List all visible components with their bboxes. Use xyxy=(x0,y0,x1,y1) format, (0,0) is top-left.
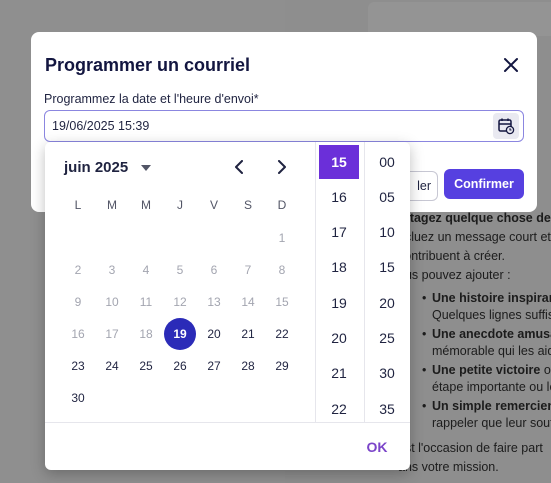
calendar-clock-icon xyxy=(498,118,515,135)
bg-line: artagez quelque chose de xyxy=(398,211,551,225)
calendar-day[interactable]: 25 xyxy=(130,350,162,382)
bg-line: ncluez un message court et xyxy=(398,230,551,244)
calendar-day: 18 xyxy=(139,327,153,341)
weekday-label: M xyxy=(107,198,117,212)
minute-option[interactable]: 20 xyxy=(367,286,407,320)
calendar-day: 9 xyxy=(74,295,82,309)
calendar-day: 5 xyxy=(176,263,184,277)
chevron-right-icon xyxy=(278,160,286,174)
calendar-day: 14 xyxy=(241,295,255,309)
bg-bullet-rest: Quelques lignes suffis xyxy=(432,308,551,322)
bg-bullet-rest: étape importante ou le xyxy=(432,380,551,394)
month-year-label[interactable]: juin 2025 xyxy=(64,159,128,176)
hour-option[interactable]: 19 xyxy=(319,286,359,320)
minutes-column-divider xyxy=(364,142,365,422)
bg-bullet-list: Une histoire inspiran Quelques lignes suf… xyxy=(398,290,551,432)
hour-option[interactable]: 18 xyxy=(319,250,359,284)
minute-option[interactable]: 35 xyxy=(367,392,407,422)
confirm-button[interactable]: Confirmer xyxy=(444,169,524,199)
calendar-day[interactable]: 30 xyxy=(62,382,94,414)
dialog-title: Programmer un courriel xyxy=(45,55,251,75)
bg-bullet: Un simple remercien rappeler que leur sou… xyxy=(398,398,551,432)
bg-bullet: Une anecdote amusa mémorable qui les aid xyxy=(398,326,551,360)
bg-bullet-bold: Une histoire inspiran xyxy=(432,291,551,305)
background-content: artagez quelque chose de ncluez un messa… xyxy=(398,210,551,482)
calendar-day[interactable]: 28 xyxy=(232,350,264,382)
minute-option[interactable]: 05 xyxy=(367,180,407,214)
datetime-input[interactable] xyxy=(52,111,472,140)
calendar-day[interactable]: 27 xyxy=(198,350,230,382)
weekday-label: M xyxy=(141,198,151,212)
calendar-day[interactable]: 20 xyxy=(198,318,230,350)
calendar-day: 6 xyxy=(210,263,218,277)
bg-line: contribuent à créer. xyxy=(398,249,506,263)
calendar-button[interactable] xyxy=(493,113,519,139)
bg-bullet-rest: mémorable qui les aid xyxy=(432,344,551,358)
weekday-label: J xyxy=(177,198,183,212)
bg-line: ous pouvez ajouter : xyxy=(398,268,511,282)
bg-line: est l'occasion de faire part xyxy=(398,441,543,455)
weekday-label: S xyxy=(243,198,252,212)
calendar-day: 3 xyxy=(108,263,116,277)
calendar-day: 15 xyxy=(275,295,289,309)
calendar-day: 8 xyxy=(278,263,286,277)
caret-down-icon xyxy=(141,165,151,171)
calendar-day: 16 xyxy=(71,327,85,341)
minute-option[interactable]: 10 xyxy=(367,215,407,249)
next-month-button[interactable] xyxy=(274,156,290,178)
calendar-day[interactable]: 23 xyxy=(62,350,94,382)
minute-option[interactable]: 25 xyxy=(367,321,407,355)
calendar-day[interactable]: 22 xyxy=(266,318,298,350)
picker-footer-divider xyxy=(45,422,410,423)
minute-option[interactable]: 00 xyxy=(367,145,407,179)
bg-bullet-bold: Une anecdote amusa xyxy=(432,327,551,341)
bg-bullet-rest: rappeler que leur sout xyxy=(432,416,551,430)
hour-option-selected[interactable]: 15 xyxy=(319,145,359,179)
calendar-day: 4 xyxy=(142,263,150,277)
hours-column[interactable]: 15 16 17 18 19 20 21 22 xyxy=(319,142,359,422)
minute-option[interactable]: 30 xyxy=(367,356,407,390)
hour-option[interactable]: 20 xyxy=(319,321,359,355)
calendar-day[interactable]: 24 xyxy=(96,350,128,382)
background-card xyxy=(368,2,551,36)
hour-option[interactable]: 16 xyxy=(319,180,359,214)
chevron-left-icon xyxy=(235,160,243,174)
hours-column-divider xyxy=(315,142,316,422)
hour-option[interactable]: 21 xyxy=(319,356,359,390)
minute-option[interactable]: 15 xyxy=(367,250,407,284)
calendar-day: 11 xyxy=(139,295,153,309)
calendar-day-selected[interactable]: 19 xyxy=(164,318,196,350)
calendar-day: 7 xyxy=(244,263,252,277)
calendar-day[interactable]: 26 xyxy=(164,350,196,382)
previous-month-button[interactable] xyxy=(231,156,247,178)
calendar-day[interactable]: 21 xyxy=(232,318,264,350)
ok-button[interactable]: OK xyxy=(362,435,392,459)
weekday-label: L xyxy=(74,198,82,212)
bg-line: ans votre mission. xyxy=(398,460,499,474)
hour-option[interactable]: 17 xyxy=(319,215,359,249)
bg-bullet: Une petite victoire ou étape importante o… xyxy=(398,362,551,396)
calendar-day: 2 xyxy=(74,263,82,277)
calendar-day: 13 xyxy=(207,295,221,309)
calendar-day: 12 xyxy=(173,295,187,309)
datetime-field-label: Programmez la date et l'heure d'envoi* xyxy=(44,92,259,106)
hour-option[interactable]: 22 xyxy=(319,392,359,422)
calendar-day[interactable]: 29 xyxy=(266,350,298,382)
close-icon xyxy=(504,58,518,72)
datetime-field xyxy=(44,110,524,142)
bg-bullet-bold: Une petite victoire xyxy=(432,363,541,377)
bg-bullet: Une histoire inspiran Quelques lignes suf… xyxy=(398,290,551,324)
datetime-picker-popup: juin 2025 LMMJVSD 1 2 3 4 5 6 7 8 9 10 11 12 13 14 15 1… xyxy=(45,142,410,470)
close-button[interactable] xyxy=(499,53,523,77)
month-dropdown-button[interactable] xyxy=(139,162,153,174)
bg-bullet-bold: Un simple remercien xyxy=(432,399,551,413)
bg-bullet-tail: ou xyxy=(543,363,551,377)
weekday-label: V xyxy=(209,198,218,212)
calendar-day: 1 xyxy=(278,231,286,245)
calendar-day: 17 xyxy=(105,327,119,341)
calendar-day: 10 xyxy=(105,295,119,309)
minutes-column[interactable]: 00 05 10 15 20 25 30 35 xyxy=(367,142,407,422)
weekday-label: D xyxy=(277,198,287,212)
